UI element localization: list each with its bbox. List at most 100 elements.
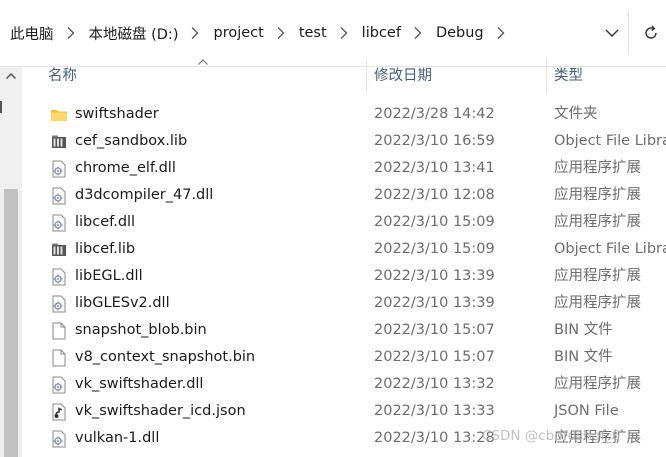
chevron-right-icon <box>67 27 74 39</box>
file-name: swiftshader <box>75 106 159 122</box>
file-row[interactable]: libGLESv2.dll 2022/3/10 13:39 应用程序扩展 <box>22 290 666 317</box>
file-modified-date: 2022/3/10 15:07 <box>374 322 495 338</box>
sort-ascending-icon <box>198 59 208 65</box>
address-bar[interactable]: 此电脑 本地磁盘 (D:) project test libcef Debug <box>0 0 666 67</box>
file-name: vk_swiftshader.dll <box>75 376 204 392</box>
file-modified-date: 2022/3/10 13:28 <box>374 430 495 446</box>
file-name: libcef.dll <box>75 214 136 230</box>
file-type: 应用程序扩展 <box>554 376 641 392</box>
file-name: snapshot_blob.bin <box>75 322 207 338</box>
breadcrumb-separator[interactable] <box>336 25 352 41</box>
chevron-right-icon <box>277 27 285 39</box>
file-type: 应用程序扩展 <box>554 268 641 284</box>
json-file-icon <box>50 403 68 421</box>
breadcrumb: 此电脑 本地磁盘 (D:) project test libcef Debug <box>0 0 598 66</box>
chevron-right-icon <box>414 27 422 39</box>
file-type: BIN 文件 <box>554 322 613 338</box>
file-name: chrome_elf.dll <box>75 160 176 176</box>
file-row[interactable]: libcef.dll 2022/3/10 15:09 应用程序扩展 <box>22 209 666 236</box>
breadcrumb-item[interactable]: test <box>289 25 330 41</box>
file-type: JSON File <box>554 403 619 419</box>
file-type: 应用程序扩展 <box>554 214 641 230</box>
file-type: 应用程序扩展 <box>554 295 641 311</box>
file-row[interactable]: libcef.lib 2022/3/10 15:09 Object File Lib… <box>22 236 666 263</box>
dll-file-icon <box>50 430 68 448</box>
file-name: libcef.lib <box>75 241 136 257</box>
file-type: 应用程序扩展 <box>554 160 641 176</box>
file-row[interactable]: v8_context_snapshot.bin 2022/3/10 15:07 BI… <box>22 344 666 371</box>
file-modified-date: 2022/3/10 15:09 <box>374 214 495 230</box>
breadcrumb-separator[interactable] <box>63 25 79 41</box>
divider <box>628 12 629 54</box>
chevron-up-icon <box>5 72 17 80</box>
file-type: 应用程序扩展 <box>554 187 641 203</box>
file-modified-date: 2022/3/10 15:07 <box>374 349 495 365</box>
breadcrumb-item[interactable]: Debug <box>426 25 487 41</box>
nav-pane-edge-indicator <box>0 101 3 113</box>
chevron-down-icon <box>605 29 619 37</box>
breadcrumb-separator[interactable] <box>410 25 426 41</box>
file-type: 文件夹 <box>554 106 598 122</box>
breadcrumb-item[interactable]: libcef <box>352 25 404 41</box>
file-row[interactable]: swiftshader 2022/3/28 14:42 文件夹 <box>22 101 666 128</box>
file-name: cef_sandbox.lib <box>75 133 188 149</box>
file-row[interactable]: vk_swiftshader.dll 2022/3/10 13:32 应用程序扩展 <box>22 371 666 398</box>
column-name[interactable]: 名称 <box>48 60 77 92</box>
file-name: libGLESv2.dll <box>75 295 170 311</box>
breadcrumb-separator[interactable] <box>493 25 509 41</box>
file-row[interactable]: d3dcompiler_47.dll 2022/3/10 12:08 应用程序扩展 <box>22 182 666 209</box>
file-row[interactable]: libEGL.dll 2022/3/10 13:39 应用程序扩展 <box>22 263 666 290</box>
file-type: BIN 文件 <box>554 349 613 365</box>
address-history-dropdown[interactable] <box>598 20 626 46</box>
breadcrumb-item[interactable]: project <box>203 25 266 41</box>
file-row[interactable]: chrome_elf.dll 2022/3/10 13:41 应用程序扩展 <box>22 155 666 182</box>
dll-file-icon <box>50 214 68 232</box>
column-header: 名称 修改日期 类型 <box>22 59 666 92</box>
chevron-right-icon <box>340 27 348 39</box>
breadcrumb-separator[interactable] <box>187 25 203 41</box>
chevron-right-icon <box>497 27 505 39</box>
blank-file-icon <box>50 349 68 367</box>
file-modified-date: 2022/3/10 13:39 <box>374 268 495 284</box>
file-modified-date: 2022/3/10 13:33 <box>374 403 495 419</box>
file-name: d3dcompiler_47.dll <box>75 187 214 203</box>
file-modified-date: 2022/3/10 13:41 <box>374 160 495 176</box>
breadcrumb-item[interactable]: 此电脑 <box>0 23 57 44</box>
file-type: Object File Libra <box>554 241 666 257</box>
library-file-icon <box>50 133 68 151</box>
file-modified-date: 2022/3/10 12:08 <box>374 187 495 203</box>
scroll-up-button[interactable] <box>0 67 22 85</box>
file-row[interactable]: cef_sandbox.lib 2022/3/10 16:59 Object Fil… <box>22 128 666 155</box>
dll-file-icon <box>50 376 68 394</box>
file-name: vk_swiftshader_icd.json <box>75 403 246 419</box>
refresh-icon <box>645 25 657 39</box>
watermark: CSDN @cbdfdshgf_6 <box>482 428 621 444</box>
file-list: swiftshader 2022/3/28 14:42 文件夹 cef_sandbox… <box>22 101 666 452</box>
file-modified-date: 2022/3/10 13:32 <box>374 376 495 392</box>
blank-file-icon <box>50 322 68 340</box>
file-row[interactable]: snapshot_blob.bin 2022/3/10 15:07 BIN 文件 <box>22 317 666 344</box>
scrollbar-thumb[interactable] <box>4 189 18 457</box>
column-type[interactable]: 类型 <box>554 60 583 92</box>
file-name: vulkan-1.dll <box>75 430 160 446</box>
dll-file-icon <box>50 187 68 205</box>
file-modified-date: 2022/3/10 16:59 <box>374 133 495 149</box>
library-file-icon <box>50 241 68 259</box>
chevron-right-icon <box>192 27 199 39</box>
breadcrumb-item[interactable]: 本地磁盘 (D:) <box>79 23 182 44</box>
file-type: Object File Libra <box>554 133 666 149</box>
column-date[interactable]: 修改日期 <box>374 60 432 92</box>
column-divider[interactable] <box>366 60 367 92</box>
breadcrumb-separator[interactable] <box>273 25 289 41</box>
column-divider[interactable] <box>546 60 547 92</box>
dll-file-icon <box>50 295 68 313</box>
dll-file-icon <box>50 160 68 178</box>
file-modified-date: 2022/3/10 15:09 <box>374 241 495 257</box>
file-modified-date: 2022/3/28 14:42 <box>374 106 495 122</box>
refresh-button[interactable] <box>638 20 664 46</box>
folder-icon <box>50 106 68 124</box>
file-name: v8_context_snapshot.bin <box>75 349 256 365</box>
navigation-pane-scrollbar[interactable] <box>0 67 22 457</box>
file-modified-date: 2022/3/10 13:39 <box>374 295 495 311</box>
file-row[interactable]: vk_swiftshader_icd.json 2022/3/10 13:33 JS… <box>22 398 666 425</box>
